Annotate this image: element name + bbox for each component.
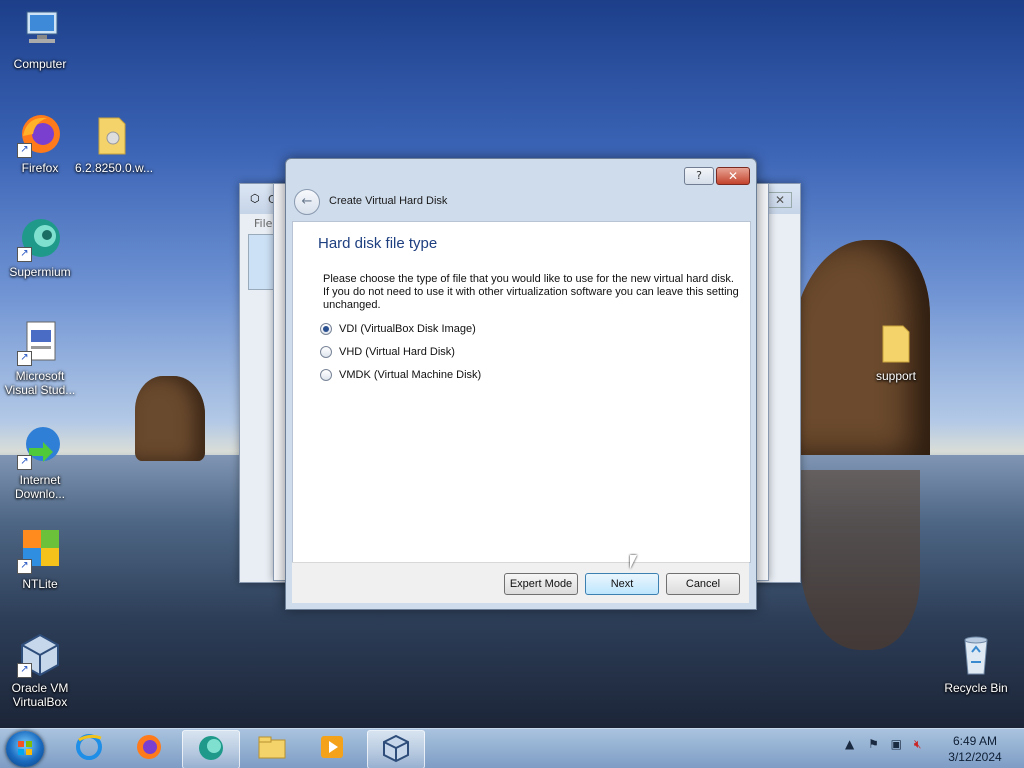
page-heading: Hard disk file type: [318, 235, 438, 252]
desktop-icon-visual-studio[interactable]: ↗ Microsoft Visual Stud...: [0, 320, 80, 397]
desktop-icon-label: Computer: [13, 57, 67, 71]
cancel-button[interactable]: Cancel: [666, 573, 740, 595]
radio-button-selected[interactable]: [320, 323, 332, 335]
visual-studio-icon: ↗: [17, 320, 63, 366]
computer-icon: [17, 8, 63, 54]
mouse-cursor-icon: [630, 555, 637, 569]
start-button[interactable]: [6, 731, 44, 767]
supermium-icon: [196, 733, 226, 767]
desktop-icon-ntlite[interactable]: ↗ NTLite: [0, 528, 80, 591]
desktop: Computer ↗ Firefox 6.2.8250.0.w... ↗ Sup…: [0, 0, 1024, 728]
internet-explorer-icon: [74, 732, 104, 766]
page-description: Please choose the type of file that you …: [323, 273, 739, 311]
radio-button[interactable]: [320, 369, 332, 381]
desktop-icon-recycle-bin[interactable]: Recycle Bin: [936, 632, 1016, 695]
shortcut-arrow-icon: ↗: [17, 247, 32, 262]
option-vdi[interactable]: VDI (VirtualBox Disk Image): [320, 323, 476, 335]
taskbar-virtualbox[interactable]: [367, 730, 425, 768]
taskbar-firefox[interactable]: [121, 730, 177, 767]
show-hidden-icon[interactable]: ▲: [845, 737, 854, 751]
network-icon[interactable]: ▣: [891, 737, 902, 751]
taskbar: ▲ ⚑ ▣ 🔇︎ 6:49 AM 3/12/2024: [0, 728, 1024, 768]
back-arrow-icon[interactable]: ←: [294, 189, 320, 215]
supermium-icon: ↗: [17, 216, 63, 262]
desktop-icon-label: 6.2.8250.0.w...: [74, 161, 154, 175]
firefox-icon: ↗: [17, 112, 63, 158]
dialog-titlebar: ? ✕: [286, 159, 756, 187]
clock-date: 3/12/2024: [948, 750, 1002, 764]
desktop-icon-virtualbox[interactable]: ↗ Oracle VM VirtualBox: [0, 632, 80, 709]
shortcut-arrow-icon: ↗: [17, 559, 32, 574]
dialog-header: ← Create Virtual Hard Disk: [286, 187, 756, 221]
option-label: VHD (Virtual Hard Disk): [339, 346, 455, 358]
desktop-icon-label: Microsoft Visual Stud...: [4, 369, 76, 397]
close-button[interactable]: ✕: [716, 167, 750, 185]
virtualbox-icon: ↗: [17, 632, 63, 678]
option-label: VDI (VirtualBox Disk Image): [339, 323, 476, 335]
desktop-icon-folder-6-2[interactable]: 6.2.8250.0.w...: [74, 112, 154, 175]
option-vhd[interactable]: VHD (Virtual Hard Disk): [320, 346, 455, 358]
internet-download-manager-icon: ↗: [17, 424, 63, 470]
dialog-footer: Expert Mode Next Cancel: [292, 562, 749, 603]
desktop-icon-label: Firefox: [21, 161, 59, 175]
desktop-icon-label: Supermium: [9, 265, 71, 279]
shortcut-arrow-icon: ↗: [17, 455, 32, 470]
clock-time: 6:49 AM: [952, 734, 998, 748]
desktop-icon-internet-download-manager[interactable]: ↗ Internet Downlo...: [0, 424, 80, 501]
system-clock[interactable]: 6:49 AM 3/12/2024: [942, 733, 1008, 765]
taskbar-file-explorer[interactable]: [244, 730, 300, 767]
folder-icon: [91, 112, 137, 158]
taskbar-internet-explorer[interactable]: [61, 730, 117, 767]
shortcut-arrow-icon: ↗: [17, 663, 32, 678]
wizard-page: Hard disk file type Please choose the ty…: [292, 221, 751, 563]
dialog-title: Create Virtual Hard Disk: [329, 195, 448, 207]
menu-file[interactable]: File: [254, 217, 272, 230]
volume-muted-icon[interactable]: 🔇︎: [914, 737, 922, 751]
wallpaper-reflection: [800, 470, 920, 650]
next-button[interactable]: Next: [585, 573, 659, 595]
desktop-icon-label: Recycle Bin: [944, 681, 1008, 695]
option-label: VMDK (Virtual Machine Disk): [339, 369, 482, 381]
option-vmdk[interactable]: VMDK (Virtual Machine Disk): [320, 369, 481, 381]
folder-icon: [873, 320, 919, 366]
desktop-icon-label: Oracle VM VirtualBox: [11, 681, 69, 709]
desktop-icon-firefox[interactable]: ↗ Firefox: [0, 112, 80, 175]
expert-mode-button[interactable]: Expert Mode: [504, 573, 578, 595]
shortcut-arrow-icon: ↗: [17, 351, 32, 366]
virtualbox-icon: ⬡: [250, 192, 260, 205]
system-tray: ▲ ⚑ ▣ 🔇︎: [845, 737, 921, 752]
file-explorer-icon: [256, 732, 288, 766]
taskbar-media-player[interactable]: [304, 730, 360, 767]
wallpaper-rock: [135, 376, 205, 461]
desktop-icon-label: support: [875, 369, 917, 383]
firefox-icon: [134, 732, 164, 766]
help-button[interactable]: ?: [684, 167, 714, 185]
media-player-icon: [317, 732, 347, 766]
ntlite-icon: ↗: [17, 528, 63, 574]
desktop-icon-supermium[interactable]: ↗ Supermium: [0, 216, 80, 279]
desktop-icon-label: Internet Downlo...: [14, 473, 66, 501]
radio-button[interactable]: [320, 346, 332, 358]
taskbar-supermium[interactable]: [182, 730, 240, 768]
action-center-flag-icon[interactable]: ⚑: [868, 737, 879, 751]
shortcut-arrow-icon: ↗: [17, 143, 32, 158]
close-icon[interactable]: ✕: [768, 192, 793, 208]
create-virtual-hard-disk-dialog: ? ✕ ← Create Virtual Hard Disk Hard disk…: [285, 158, 757, 610]
virtualbox-icon: [381, 733, 411, 767]
recycle-bin-icon: [953, 632, 999, 678]
desktop-icon-label: NTLite: [22, 577, 58, 591]
desktop-icon-computer[interactable]: Computer: [0, 8, 80, 71]
desktop-icon-support[interactable]: support: [856, 320, 936, 383]
